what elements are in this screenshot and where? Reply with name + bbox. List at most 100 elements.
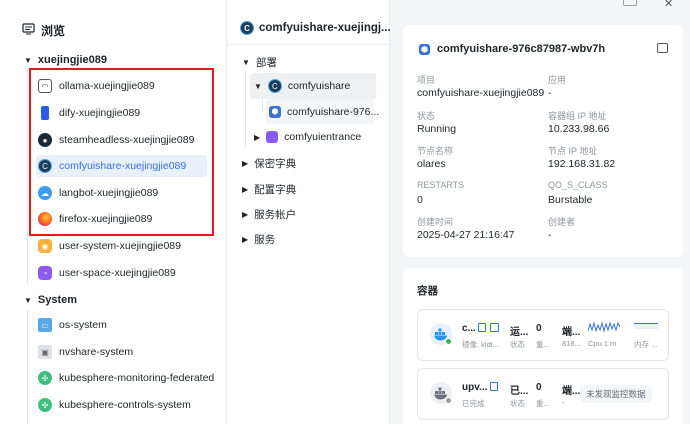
field-label: 项目 [417,75,436,85]
window-icon[interactable] [623,0,637,6]
cpu-usage: Cpu 1 m [588,339,617,348]
yaml-view-icon[interactable] [657,43,668,53]
field-value: comfyuishare-xuejingjie089 [417,87,545,99]
container-card[interactable]: c... 镜像: kldt... 运... 状态 0 重... 端... 818… [417,309,669,361]
field-label: 创建时间 [417,217,454,227]
kubesphere-icon: ✣ [38,398,52,412]
pod-item[interactable]: ⬢ comfyuishare-976... [266,99,379,124]
pod-icon: ⬢ [269,105,281,118]
user-system-icon: ◉ [38,239,52,253]
pod-detail-card: ⬢ comfyuishare-976c87987-wbv7h 项目 comfyu… [403,25,683,257]
field-value: Burstable [548,194,593,206]
memory-usage: 内存 ... [634,340,658,349]
memory-sparkline [634,323,658,329]
tree-line [27,70,28,284]
restarts-label: 重... [536,340,550,349]
restarts-label: 重... [536,399,550,408]
section-deploy[interactable]: ▼ 部署 [242,55,277,70]
caret-right-icon: ▶ [242,210,249,219]
field-label: 容器组 IP 地址 [548,111,607,121]
caret-right-icon: ▶ [254,132,261,142]
pod-icon: ⬢ [419,43,430,55]
field-value: - [548,87,552,99]
status-label: 状态 [510,399,525,408]
comfyui-icon: C [240,21,254,35]
status-dot [445,397,452,404]
container-status: 运... [510,327,529,338]
namespace-item[interactable]: ▣ nvshare-system [36,341,207,363]
container-card[interactable]: upv... 已完成 已... 状态 0 重... 端... - 未发现监控数据 [417,368,669,420]
field-value: 2025-04-27 21:16:47 [417,229,515,241]
field-label: 创建者 [548,217,576,227]
status-label: 状态 [510,340,525,349]
terminal-icon[interactable] [490,323,499,332]
caret-down-icon: ▼ [242,58,250,67]
ports-value: - [562,398,565,407]
field-value: 192.168.31.82 [548,158,616,170]
field-label: 状态 [417,111,436,121]
log-icon[interactable] [478,323,486,332]
field-value: - [548,229,552,241]
status-dot [445,338,452,345]
group-xuejingjie089[interactable]: ▼ xuejingjie089 [24,54,107,66]
field-value: olares [417,158,446,170]
section-services[interactable]: ▶ 服务 [242,232,275,247]
kubesphere-icon: ✣ [38,371,52,385]
field-value: 0 [417,194,423,206]
browse-icon [22,23,35,38]
close-icon[interactable]: ✕ [664,0,673,10]
os-system-icon: ▭ [38,318,52,332]
containers-card: 容器 c... 镜像: kldt... 运... 状态 0 重... 端... … [403,268,683,424]
cpu-sparkline [587,321,621,336]
log-icon[interactable] [490,382,498,391]
comfyui-icon: C [267,79,282,93]
namespace-item[interactable]: ✣ kubesphere-controls-system [36,394,207,416]
caret-down-icon: ▼ [24,295,32,305]
field-value: Running [417,123,457,135]
field-label: QO_S_CLASS [548,180,608,190]
user-space-icon: ◔ [38,266,52,280]
tree-line [27,310,28,424]
restart-count: 0 [536,382,542,393]
highlight-box [29,68,214,236]
field-label: 节点名称 [417,146,454,156]
field-value: 10.233.98.66 [548,123,610,135]
deployment-comfyuishare[interactable]: ▼ C comfyuishare [250,73,376,99]
container-image: 镜像: kldt... [462,340,500,349]
namespace-title: C comfyuishare-xuejingj... [240,21,391,35]
caret-right-icon: ▶ [242,185,249,194]
namespace-browser-panel: 浏览 ▼ xuejingjie089 ◠ ollama-xuejingjie08… [0,0,227,424]
namespace-item[interactable]: ✣ kubesphere-monitoring-federated [36,367,214,389]
tree-line [262,99,263,112]
caret-down-icon: ▼ [24,55,32,65]
nvshare-icon: ▣ [38,345,52,359]
no-monitoring-data: 未发现监控数据 [580,385,652,403]
browse-header: 浏览 [22,22,65,39]
caret-right-icon: ▶ [242,159,249,168]
app-icon [266,131,279,143]
namespace-item[interactable]: ◔ user-space-xuejingjie089 [36,262,207,284]
field-label: RESTARTS [417,180,465,190]
container-state: 已完成 [462,399,485,408]
divider [228,44,390,45]
containers-title: 容器 [417,285,438,297]
caret-down-icon: ▼ [254,81,262,91]
section-secrets[interactable]: ▶ 保密字典 [242,156,296,171]
section-service-accounts[interactable]: ▶ 服务帐户 [242,207,296,222]
namespace-item[interactable]: ▭ os-system [36,314,207,336]
field-label: 应用 [548,75,567,85]
container-ports: 端... [562,327,581,338]
tree-line [245,70,246,146]
ports-value: 818... [562,339,581,348]
container-name: c... [462,323,476,334]
group-system[interactable]: ▼ System [24,294,77,306]
field-label: 节点 IP 地址 [548,146,598,156]
caret-right-icon: ▶ [242,235,249,244]
container-name: upv... [462,382,488,393]
pod-title: ⬢ comfyuishare-976c87987-wbv7h [419,43,606,55]
deployment-comfyuientrance[interactable]: ▶ comfyuientrance [254,131,361,143]
browse-title: 浏览 [41,24,66,38]
namespace-item[interactable]: ◉ user-system-xuejingjie089 [36,235,207,257]
section-configmaps[interactable]: ▶ 配置字典 [242,182,296,197]
container-status: 已... [510,386,529,397]
